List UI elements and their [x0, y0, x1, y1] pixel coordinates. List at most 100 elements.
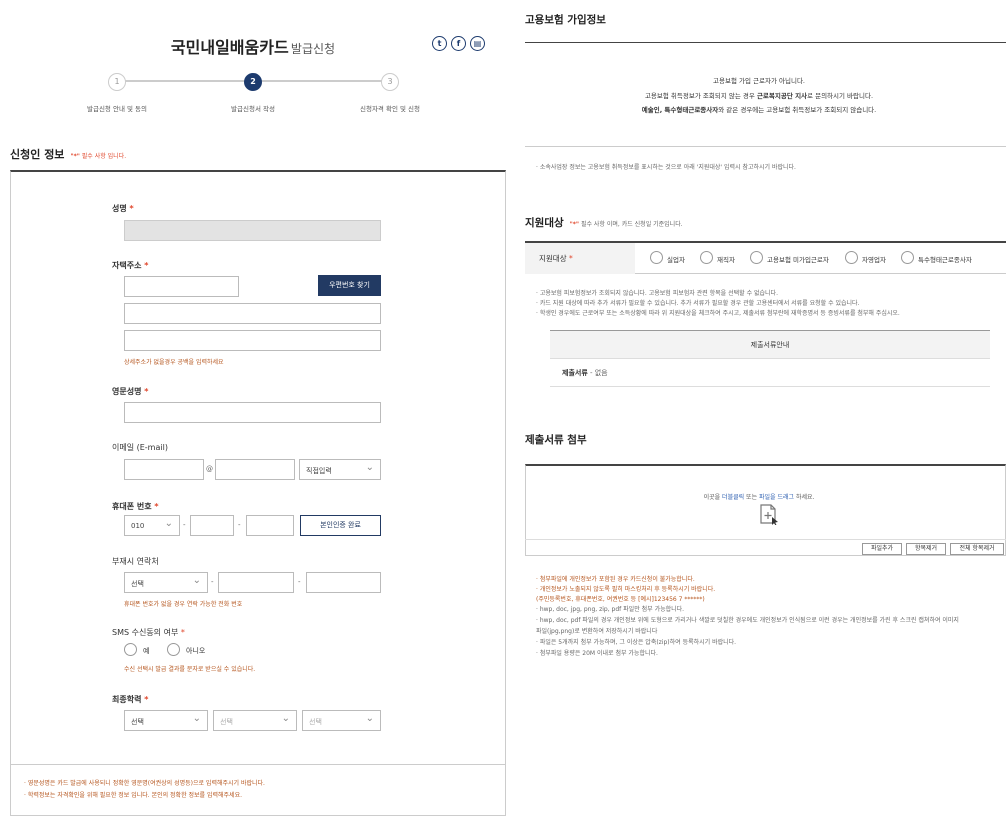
required-star: *: [154, 502, 159, 511]
name-label-text: 성명: [112, 204, 127, 213]
step-3-label: 신청자격 확인 및 신청: [359, 105, 421, 113]
education-detail-select[interactable]: 선택: [302, 710, 381, 731]
email-domain-field[interactable]: [215, 459, 295, 480]
support-option-employed-radio[interactable]: [700, 251, 713, 264]
support-required-note-text: 필수 사항 이며, 카드 신청일 기준입니다.: [580, 221, 683, 228]
sms-no-radio[interactable]: [167, 643, 180, 656]
insurance-message-2: 고용보험 취득정보가 조회되지 않는 경우 근로복지공단 지사로 문의하시기 바…: [512, 90, 1006, 100]
english-name-field[interactable]: [124, 402, 381, 423]
phone-dash: -: [183, 521, 186, 529]
phone-label: 휴대폰 번호 *: [112, 501, 159, 512]
remove-all-button[interactable]: 전체 항목제거: [950, 543, 1004, 555]
name-field[interactable]: [124, 220, 381, 241]
address-field[interactable]: [124, 303, 381, 324]
drop-pre: 이곳을: [703, 494, 723, 501]
postcode-search-button[interactable]: 우편번호 찾기: [318, 275, 381, 296]
support-title-text: 지원대상: [525, 217, 564, 229]
insurance-message-3-post: 와 같은 경우에는 고용보험 취득정보가 조회되지 않습니다.: [718, 106, 877, 114]
support-option-special-label[interactable]: 특수형태근로종사자: [918, 254, 972, 264]
applicant-section-title: 신청인 정보 "*" 필수 사항 입니다.: [10, 146, 126, 162]
support-option-selfemployed-radio[interactable]: [845, 251, 858, 264]
attach-note-3: 파일(jpg,png)로 변환하여 저장하시기 바랍니다: [536, 628, 658, 635]
remove-item-button[interactable]: 항목제거: [906, 543, 946, 555]
required-star: *: [180, 628, 185, 637]
twitter-icon[interactable]: t: [432, 36, 447, 51]
address-label: 자택주소 *: [112, 260, 148, 271]
alt-contact-dash: -: [211, 578, 214, 586]
required-mark: "*": [569, 221, 580, 228]
step-1: 1: [108, 73, 126, 91]
education-level-select[interactable]: 선택: [124, 710, 208, 731]
attach-note-1: · hwp, doc, jpg, png, zip, pdf 파일만 첨부 가능…: [536, 606, 685, 613]
support-option-employed-label[interactable]: 재직자: [717, 254, 735, 264]
divider: [525, 42, 1006, 43]
education-label: 최종학력 *: [112, 694, 148, 705]
support-option-unemployed-label[interactable]: 실업자: [667, 254, 685, 264]
insurance-note: · 소속사업장 정보는 고용보험 취득정보를 표시하는 것으로 아래 '지원대상…: [536, 164, 796, 171]
support-note-3: · 학생인 경우에도 근로여부 또는 소득상황에 따라 위 지원대상을 체크하여…: [536, 310, 900, 317]
drop-post: 하세요.: [794, 494, 815, 501]
phone-prefix-select[interactable]: 010: [124, 515, 180, 536]
phone-last-field[interactable]: [246, 515, 294, 536]
page-title: 국민내일배움카드 발급신청: [0, 34, 506, 58]
required-star: *: [129, 204, 134, 213]
email-id-field[interactable]: [124, 459, 204, 480]
sms-yes-radio[interactable]: [124, 643, 137, 656]
email-label: 이메일 (E-mail): [112, 443, 168, 452]
step-3: 3: [381, 73, 399, 91]
attach-section-title: 제출서류 첨부: [525, 434, 587, 446]
phone-verify-button[interactable]: 본인인증 완료: [300, 515, 381, 536]
alt-contact-last-field[interactable]: [306, 572, 381, 593]
required-star: *: [569, 254, 573, 263]
add-file-button[interactable]: 파일추가: [862, 543, 902, 555]
documents-table-header: 제출서류안내: [550, 331, 990, 359]
attach-note-5: · 첨부파일 용량은 20M 이내로 첨부 가능합니다.: [536, 650, 658, 657]
support-option-unemployed-radio[interactable]: [650, 251, 663, 264]
divider: [525, 146, 1006, 147]
step-2-label: 발급신청서 작성: [231, 105, 275, 113]
insurance-message-2-pre: 고용보험 취득정보가 조회되지 않는 경우: [644, 92, 757, 100]
attach-warning-3: (주민등록번호, 휴대폰번호, 여권번호 등 [예시]123456 7 ****…: [536, 596, 705, 603]
alt-contact-middle-field[interactable]: [218, 572, 294, 593]
phone-dash: -: [238, 521, 241, 529]
drop-mid: 또는: [744, 494, 759, 501]
applicant-footnote-1: · 영문성명은 카드 발급에 사용되니 정확한 영문명(여권상의 성명등)으로 …: [24, 780, 265, 787]
address-label-text: 자택주소: [112, 261, 142, 270]
alt-contact-area-select[interactable]: 선택: [124, 572, 208, 593]
support-option-special-radio[interactable]: [901, 251, 914, 264]
name-label: 성명 *: [112, 203, 134, 214]
sms-hint: 수신 선택시 발급 결과를 문자로 받으실 수 있습니다.: [124, 666, 256, 673]
step-2: 2: [244, 73, 262, 91]
support-option-uninsured-label[interactable]: 고용보험 미가입근로자: [767, 254, 829, 264]
insurance-section-title: 고용보험 가입정보: [525, 14, 606, 26]
insurance-message-2-post: 로 문의하시기 바랍니다.: [807, 92, 874, 100]
step-1-label: 발급신청 안내 및 동의: [86, 105, 148, 113]
sms-yes-label[interactable]: 예: [143, 646, 149, 656]
english-name-label-text: 영문성명: [112, 387, 142, 396]
attach-warning-1: · 첨부파일에 개인정보가 포함된 경우 카드신청이 불가능합니다.: [536, 576, 695, 583]
education-status-select[interactable]: 선택: [213, 710, 297, 731]
phone-label-text: 휴대폰 번호: [112, 502, 152, 511]
address-hint: 상세주소가 없을경우 공백을 입력하세요: [124, 359, 224, 366]
support-target-label: 지원대상 *: [525, 243, 635, 274]
email-at: @: [206, 465, 213, 473]
alt-contact-dash: -: [298, 578, 301, 586]
support-option-uninsured-radio[interactable]: [750, 251, 763, 264]
postcode-field[interactable]: [124, 276, 239, 297]
divider: [10, 764, 506, 765]
applicant-footnote-2: · 학력정보는 자격확인을 위해 필요한 정보 입니다. 본인의 정확한 정보를…: [24, 792, 242, 799]
print-icon[interactable]: ▤: [470, 36, 485, 51]
drop-drag-link[interactable]: 파일을 드래그: [759, 494, 794, 501]
phone-middle-field[interactable]: [190, 515, 234, 536]
address-detail-field[interactable]: [124, 330, 381, 351]
drop-doubleclick-link[interactable]: 더블클릭: [722, 494, 744, 501]
attach-note-2: · hwp, doc, pdf 파일의 경우 개인정보 위에 도형으로 가리거나…: [536, 617, 959, 624]
attach-note-4: · 파일은 5개까지 첨부 가능하며, 그 이상은 압축(zip)하여 등록하시…: [536, 639, 737, 646]
page-title-suffix: 발급신청: [290, 42, 336, 56]
required-star: *: [144, 387, 149, 396]
file-upload-icon[interactable]: [758, 503, 780, 525]
facebook-icon[interactable]: f: [451, 36, 466, 51]
sms-no-label[interactable]: 아니오: [186, 646, 205, 656]
email-domain-select[interactable]: 직접입력: [299, 459, 381, 480]
support-option-selfemployed-label[interactable]: 자영업자: [862, 254, 886, 264]
